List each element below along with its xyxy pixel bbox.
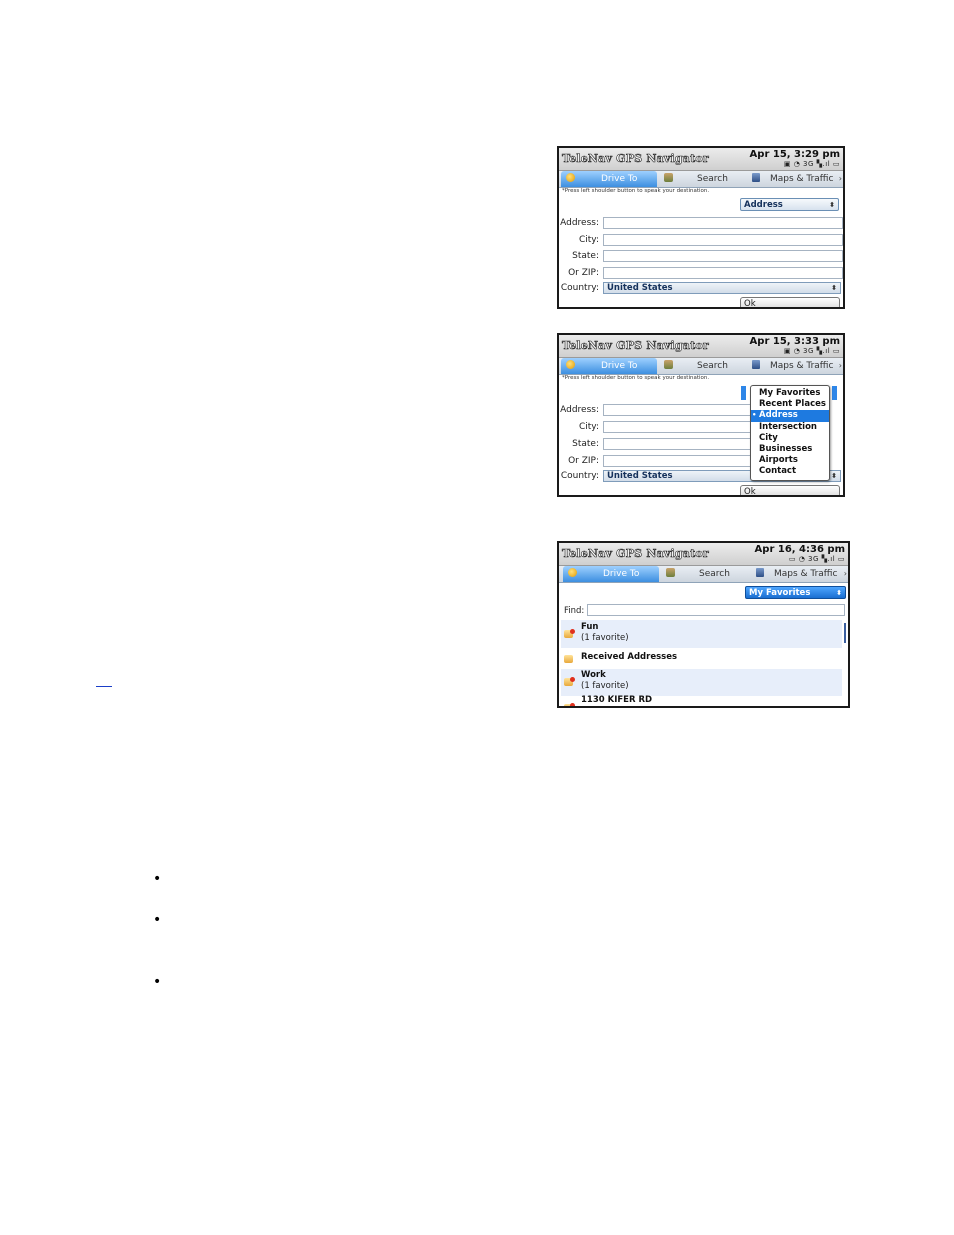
map-icon: [752, 173, 760, 182]
destination-type-select[interactable]: Address ⬍: [740, 198, 839, 211]
drive-to-icon: [566, 173, 575, 182]
country-label: Country:: [560, 471, 599, 481]
status-icons: ▭ ◔ 3G ▚.ıl ▭: [788, 555, 845, 563]
voice-hint: *Press left shoulder button to speak you…: [562, 375, 710, 381]
screenshot-type-menu: TeleNav GPS Navigator Apr 15, 3:33 pm ▣ …: [557, 333, 845, 497]
list-item[interactable]: Received Addresses: [561, 649, 842, 669]
menu-item-intersection[interactable]: Intersection: [751, 422, 829, 433]
state-field[interactable]: [603, 250, 843, 262]
drive-to-icon: [568, 568, 577, 577]
more-tabs-icon[interactable]: ›: [839, 171, 842, 187]
app-title: TeleNav GPS Navigator: [562, 547, 709, 561]
tab-search[interactable]: Search: [659, 358, 739, 374]
tab-bar: Drive To Search Maps & Traffic ›: [559, 171, 843, 188]
city-label: City:: [578, 422, 599, 432]
tab-bar: Drive To Search Maps & Traffic ›: [559, 358, 843, 375]
search-icon: [666, 568, 675, 577]
state-label: State:: [572, 439, 599, 449]
bullet-point: •: [153, 912, 162, 928]
hyperlink-underline[interactable]: [96, 686, 112, 687]
menu-item-city[interactable]: City: [751, 433, 829, 444]
zip-label: Or ZIP:: [568, 268, 599, 278]
tab-drive-to[interactable]: Drive To: [561, 171, 657, 187]
tab-drive-to[interactable]: Drive To: [563, 566, 659, 582]
country-select[interactable]: United States ⬍: [603, 282, 841, 294]
tab-maps-traffic[interactable]: Maps & Traffic: [747, 171, 839, 187]
voice-hint: *Press left shoulder button to speak you…: [562, 188, 710, 194]
ok-button[interactable]: Ok: [740, 485, 840, 495]
title-bar: TeleNav GPS Navigator Apr 15, 3:33 pm ▣ …: [559, 335, 843, 358]
map-icon: [756, 568, 764, 577]
drive-to-icon: [566, 360, 575, 369]
updown-arrow-icon: ⬍: [829, 201, 835, 209]
clock: Apr 15, 3:29 pm: [749, 149, 840, 160]
zip-field[interactable]: [603, 267, 843, 279]
clock: Apr 16, 4:36 pm: [754, 544, 845, 555]
map-icon: [752, 360, 760, 369]
search-icon: [664, 360, 673, 369]
tab-maps-traffic[interactable]: Maps & Traffic: [747, 358, 839, 374]
app-title: TeleNav GPS Navigator: [562, 152, 709, 166]
folder-icon: [564, 629, 575, 638]
screenshot-favorites-list: TeleNav GPS Navigator Apr 16, 4:36 pm ▭ …: [557, 541, 850, 708]
list-item[interactable]: Work (1 favorite): [561, 669, 842, 696]
title-bar: TeleNav GPS Navigator Apr 15, 3:29 pm ▣ …: [559, 148, 843, 171]
menu-item-address[interactable]: Address: [751, 410, 829, 422]
updown-arrow-icon: ⬍: [836, 589, 842, 597]
status-icons: ▣ ◔ 3G ▚.ıl ▭: [783, 160, 840, 168]
search-icon: [664, 173, 673, 182]
menu-item-businesses[interactable]: Businesses: [751, 444, 829, 455]
folder-icon: [564, 677, 575, 686]
status-icons: ▣ ◔ 3G ▚.ıl ▭: [783, 347, 840, 355]
city-field[interactable]: [603, 421, 753, 433]
screenshot-address-form: TeleNav GPS Navigator Apr 15, 3:29 pm ▣ …: [557, 146, 845, 309]
select-edge: [741, 386, 746, 400]
more-tabs-icon[interactable]: ›: [844, 566, 847, 582]
bullet-point: •: [153, 974, 162, 990]
state-field[interactable]: [603, 438, 753, 450]
clock: Apr 15, 3:33 pm: [749, 336, 840, 347]
updown-arrow-icon: ⬍: [831, 284, 837, 292]
select-edge: [832, 386, 837, 400]
find-field[interactable]: [587, 604, 845, 616]
address-field[interactable]: [603, 217, 843, 229]
tab-search[interactable]: Search: [661, 566, 743, 582]
city-field[interactable]: [603, 234, 843, 246]
title-bar: TeleNav GPS Navigator Apr 16, 4:36 pm ▭ …: [559, 543, 848, 566]
folder-icon: [564, 655, 573, 663]
city-label: City:: [578, 235, 599, 245]
tab-maps-traffic[interactable]: Maps & Traffic: [751, 566, 843, 582]
menu-item-recent-places[interactable]: Recent Places: [751, 399, 829, 410]
more-tabs-icon[interactable]: ›: [839, 358, 842, 374]
state-label: State:: [572, 251, 599, 261]
country-label: Country:: [560, 283, 599, 293]
ok-button[interactable]: Ok: [740, 297, 840, 307]
menu-item-airports[interactable]: Airports: [751, 455, 829, 466]
list-item[interactable]: 1130 KIFER RD: [561, 695, 842, 706]
zip-label: Or ZIP:: [568, 456, 599, 466]
tab-drive-to[interactable]: Drive To: [561, 358, 657, 374]
find-label: Find:: [564, 606, 585, 616]
menu-item-contact[interactable]: Contact: [751, 466, 829, 477]
tab-search[interactable]: Search: [659, 171, 739, 187]
bullet-point: •: [153, 871, 162, 887]
address-label: Address:: [560, 405, 599, 415]
scrollbar[interactable]: [844, 623, 846, 643]
destination-type-menu: My Favorites Recent Places Address Inter…: [750, 385, 830, 481]
app-title: TeleNav GPS Navigator: [562, 339, 709, 353]
address-label: Address:: [560, 218, 599, 228]
address-field[interactable]: [603, 404, 753, 416]
updown-arrow-icon: ⬍: [831, 472, 837, 480]
location-pin-icon: [564, 703, 575, 706]
tab-bar: Drive To Search Maps & Traffic ›: [559, 566, 848, 583]
zip-field[interactable]: [603, 455, 753, 467]
menu-item-my-favorites[interactable]: My Favorites: [751, 388, 829, 399]
list-item[interactable]: Fun (1 favorite): [561, 620, 842, 648]
destination-type-select[interactable]: My Favorites ⬍: [745, 586, 846, 599]
